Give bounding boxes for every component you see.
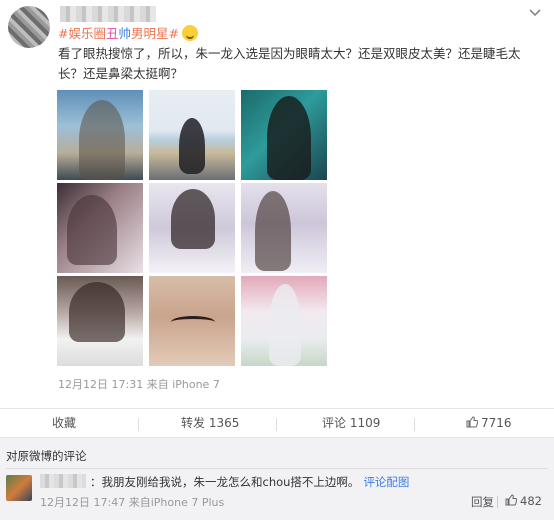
photo-1[interactable] [57, 90, 143, 180]
commenter-name-blurred[interactable] [40, 474, 86, 488]
comment-like-button[interactable]: 482 [505, 494, 542, 508]
post-content: #娱乐圈丑帅男明星# 看了眼热搜惊了，所以，朱一龙入选是因为眼睛太大？还是双眼皮… [58, 24, 528, 84]
comments-section: 对原微博的评论 ：我朋友刚给我说，朱一龙怎么和chou搭不上边啊。 评论配图 12… [0, 438, 554, 520]
post-source: 来自 iPhone 7 [146, 378, 220, 391]
photo-9[interactable] [241, 276, 327, 366]
thumbs-up-icon [466, 416, 478, 428]
weibo-post-card: #娱乐圈丑帅男明星# 看了眼热搜惊了，所以，朱一龙入选是因为眼睛太大？还是双眼皮… [0, 0, 554, 408]
post-text: 看了眼热搜惊了，所以，朱一龙入选是因为眼睛太大？还是双眼皮太美？还是睫毛太长？还… [58, 46, 521, 81]
like-button[interactable]: 7716 [466, 409, 512, 439]
comment-source: 来自iPhone 7 Plus [128, 496, 225, 509]
chevron-down-icon[interactable] [528, 8, 542, 18]
comment-image-link[interactable]: 评论配图 [363, 475, 409, 489]
author-name-blurred[interactable] [60, 6, 156, 22]
author-avatar[interactable] [8, 6, 50, 48]
photo-8[interactable] [149, 276, 235, 366]
sweat-smile-emoji-icon [182, 25, 199, 41]
repost-button[interactable]: 转发 1365 [181, 409, 239, 439]
comment-text: ：我朋友刚给我说，朱一龙怎么和chou搭不上边啊。 评论配图 [90, 475, 410, 489]
photo-7[interactable] [57, 276, 143, 366]
comment-button[interactable]: 评论 1109 [322, 409, 380, 439]
comment-timestamp: 12月12日 17:47 [40, 496, 126, 509]
photo-grid [57, 90, 327, 370]
photo-3[interactable] [241, 90, 327, 180]
photo-2[interactable] [149, 90, 235, 180]
photo-5[interactable] [149, 183, 235, 273]
reply-button[interactable]: 回复 [471, 494, 494, 510]
favorite-button[interactable]: 收藏 [52, 409, 76, 439]
post-timestamp[interactable]: 12月12日 17:31 [58, 378, 143, 391]
action-bar: 收藏 转发 1365 评论 1109 7716 [0, 408, 554, 438]
photo-6[interactable] [241, 183, 327, 273]
post-meta: 12月12日 17:31 来自 iPhone 7 [58, 376, 220, 392]
comments-header: 对原微博的评论 [6, 449, 87, 463]
comment-meta: 12月12日 17:47 来自iPhone 7 Plus [40, 494, 224, 510]
photo-4[interactable] [57, 183, 143, 273]
thumbs-up-icon [505, 494, 517, 506]
commenter-avatar[interactable] [6, 475, 32, 501]
topic-link[interactable]: #娱乐圈丑帅男明星# [58, 26, 179, 41]
